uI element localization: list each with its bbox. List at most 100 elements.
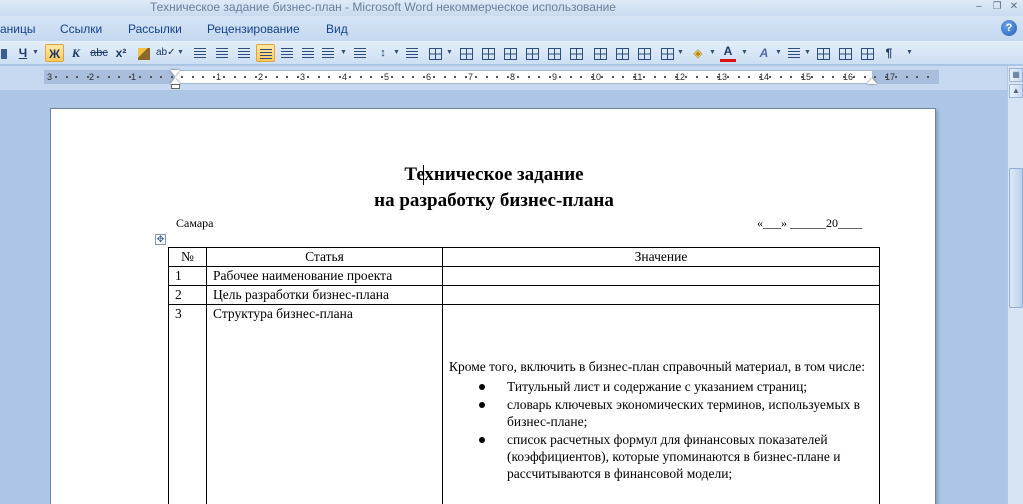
styles-dropdown-icon[interactable]: ▼	[804, 44, 811, 62]
ruler-number: 2	[89, 72, 95, 82]
font-color-button[interactable]: A	[720, 44, 736, 62]
right-indent-marker[interactable]	[867, 78, 877, 84]
cell-align-bottom-icon[interactable]	[636, 44, 652, 62]
ruler-tick	[727, 76, 729, 78]
ruler-tick	[559, 76, 561, 78]
styles-icon[interactable]	[786, 44, 802, 62]
cell-align-top-icon[interactable]	[592, 44, 608, 62]
paragraph-spacing-icon[interactable]: ↕	[374, 44, 392, 62]
distributed-icon[interactable]	[320, 44, 336, 62]
ruler-tick	[570, 76, 572, 78]
ruler-tick	[549, 76, 551, 78]
ruler-tick	[822, 76, 824, 78]
tab-references[interactable]: Ссылки	[60, 21, 102, 37]
bold-button[interactable]: Ж	[45, 44, 64, 62]
ruler-tick	[171, 76, 173, 78]
ruler-toggle-icon[interactable]: ▦	[1009, 68, 1023, 82]
tab-mailings[interactable]: Рассылки	[128, 21, 182, 37]
line-spacing-icon[interactable]	[352, 44, 368, 62]
close-icon[interactable]: ✕	[1007, 1, 1021, 13]
scroll-up-icon[interactable]: ▲	[1009, 84, 1023, 98]
shading-icon[interactable]: ◈	[690, 44, 706, 62]
underline-button[interactable]: Ч	[16, 44, 30, 62]
row-article: Структура бизнес-плана	[206, 304, 443, 504]
borders-icon[interactable]	[426, 44, 444, 62]
row-value[interactable]	[442, 266, 880, 286]
shading-dropdown-icon[interactable]: ▼	[709, 44, 716, 62]
split-cells-icon[interactable]	[480, 44, 496, 62]
italic-button[interactable]: К	[68, 44, 84, 62]
insert-object-icon[interactable]	[859, 44, 875, 62]
scroll-thumb[interactable]	[1009, 168, 1023, 308]
row-value-structure[interactable]: Кроме того, включить в бизнес-план справ…	[442, 304, 880, 504]
text-effects-icon[interactable]: A	[756, 44, 772, 62]
format-painter-icon[interactable]	[136, 44, 152, 62]
ruler-number: 2	[258, 72, 264, 82]
superscript-button[interactable]: x²	[112, 44, 130, 62]
left-indent-marker[interactable]	[171, 84, 180, 89]
ruler-tick	[160, 76, 162, 78]
ruler-tick	[391, 76, 393, 78]
insert-column-icon[interactable]	[546, 44, 562, 62]
restore-icon[interactable]: ❐	[990, 1, 1004, 13]
ruler-tick	[528, 76, 530, 78]
table-move-handle-icon[interactable]: ✥	[155, 234, 166, 245]
spellcheck-icon[interactable]: ab✓	[156, 44, 176, 62]
ruler-number: 1	[216, 72, 222, 82]
ruler-tick	[601, 76, 603, 78]
table-dropdown-icon[interactable]: ▼	[677, 44, 684, 62]
date-field: «___» ______20____	[757, 216, 862, 230]
ruler-tick	[664, 76, 666, 78]
tab-review[interactable]: Рецензирование	[207, 21, 300, 37]
effects-dropdown-icon[interactable]: ▼	[775, 44, 782, 62]
insert-picture-icon[interactable]	[837, 44, 853, 62]
ruler-tick	[706, 76, 708, 78]
ruler-tick	[213, 76, 215, 78]
document-icon[interactable]	[815, 44, 831, 62]
decrease-indent-icon[interactable]	[192, 44, 208, 62]
ruler-tick	[916, 76, 918, 78]
ruler-tick	[255, 76, 257, 78]
header-article: Статья	[206, 247, 443, 267]
ruler-tick	[276, 76, 278, 78]
align-center-button[interactable]	[256, 44, 275, 62]
numbering-icon[interactable]	[404, 44, 420, 62]
ruler-number: 1	[131, 72, 137, 82]
ruler-tick	[517, 76, 519, 78]
tab-page-layout[interactable]: аницы	[0, 21, 36, 37]
ruler-tick	[864, 76, 866, 78]
horizontal-ruler[interactable]: 3 2 1 1 2 3 4 5 6 7 8 9 10 11 12 13 14 1…	[0, 66, 1007, 90]
ruler-number: 7	[468, 72, 474, 82]
toolbar-options-icon[interactable]: ▼	[906, 44, 913, 62]
cell-align-middle-icon[interactable]	[614, 44, 630, 62]
font-color-dropdown-icon[interactable]: ▼	[741, 44, 748, 62]
table-grid-icon[interactable]	[658, 44, 676, 62]
header-value: Значение	[442, 247, 880, 267]
ruler-tick	[759, 76, 761, 78]
insert-row-icon[interactable]	[524, 44, 540, 62]
borders-dropdown-icon[interactable]: ▼	[446, 44, 453, 62]
help-icon[interactable]: ?	[1001, 20, 1017, 36]
align-dropdown-icon[interactable]: ▼	[340, 44, 347, 62]
minimize-icon[interactable]: –	[972, 1, 986, 13]
table-cell-icon[interactable]	[458, 44, 474, 62]
ruler-tick	[675, 76, 677, 78]
tab-view[interactable]: Вид	[326, 21, 348, 37]
underline-dropdown-icon[interactable]: ▼	[32, 44, 39, 62]
vertical-scrollbar[interactable]: ▦ ▲	[1007, 66, 1023, 504]
strikethrough-button[interactable]: abc	[88, 44, 110, 62]
document-page[interactable]: Техническое задание на разработку бизнес…	[50, 108, 936, 504]
ruler-tick	[370, 76, 372, 78]
merge-cells-icon[interactable]	[502, 44, 518, 62]
row-value[interactable]	[442, 285, 880, 305]
show-formatting-button[interactable]: ¶	[881, 44, 897, 62]
spellcheck-dropdown-icon[interactable]: ▼	[177, 44, 184, 62]
align-left-icon[interactable]	[279, 44, 295, 62]
align-right-icon[interactable]	[300, 44, 316, 62]
justify-icon[interactable]	[236, 44, 252, 62]
ruler-tick	[780, 76, 782, 78]
ruler-tick	[66, 76, 68, 78]
delete-row-icon[interactable]	[568, 44, 584, 62]
increase-indent-icon[interactable]	[214, 44, 230, 62]
spacing-dropdown-icon[interactable]: ▼	[393, 44, 400, 62]
